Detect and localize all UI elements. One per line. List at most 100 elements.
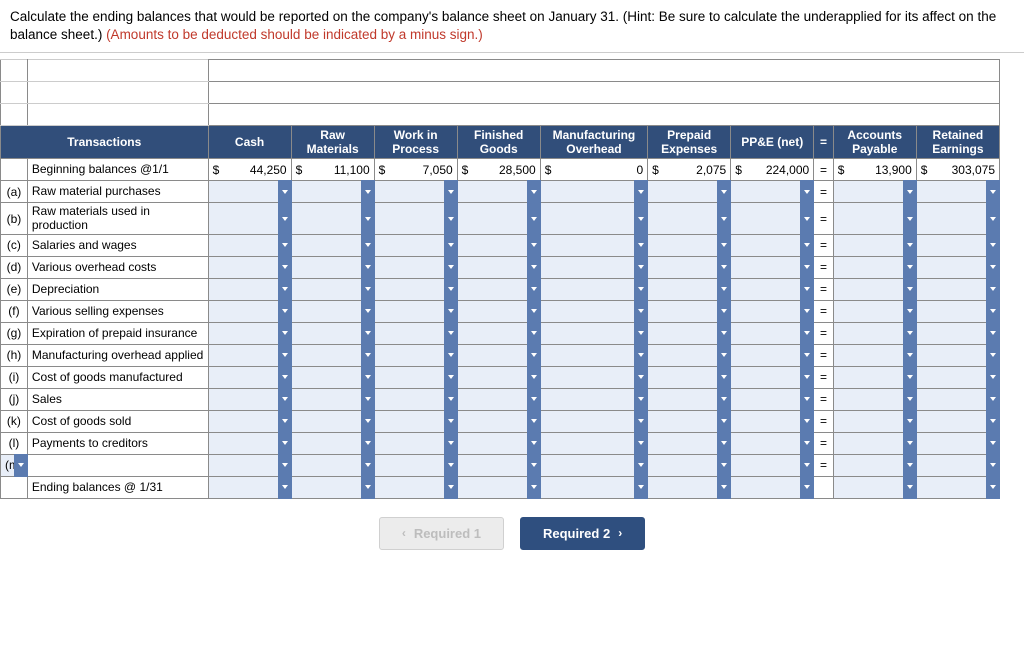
amount-cell[interactable] bbox=[457, 432, 540, 454]
chevron-down-icon[interactable] bbox=[903, 300, 917, 323]
amount-cell[interactable] bbox=[648, 344, 731, 366]
amount-cell[interactable] bbox=[540, 234, 647, 256]
amount-cell[interactable] bbox=[833, 344, 916, 366]
chevron-down-icon[interactable] bbox=[903, 344, 917, 367]
amount-cell[interactable] bbox=[457, 300, 540, 322]
amount-cell[interactable] bbox=[374, 234, 457, 256]
chevron-down-icon[interactable] bbox=[278, 256, 292, 279]
amount-cell[interactable] bbox=[208, 366, 291, 388]
amount-cell[interactable] bbox=[540, 410, 647, 432]
amount-cell[interactable] bbox=[833, 278, 916, 300]
amount-cell[interactable] bbox=[731, 454, 814, 476]
amount-cell[interactable] bbox=[916, 322, 999, 344]
amount-cell[interactable] bbox=[374, 432, 457, 454]
amount-cell[interactable] bbox=[374, 410, 457, 432]
chevron-down-icon[interactable] bbox=[278, 388, 292, 411]
chevron-down-icon[interactable] bbox=[986, 344, 1000, 367]
amount-cell[interactable] bbox=[833, 476, 916, 498]
chevron-down-icon[interactable] bbox=[717, 234, 731, 257]
chevron-down-icon[interactable] bbox=[717, 388, 731, 411]
amount-cell[interactable] bbox=[291, 300, 374, 322]
amount-cell[interactable] bbox=[208, 256, 291, 278]
chevron-down-icon[interactable] bbox=[278, 454, 292, 477]
chevron-down-icon[interactable] bbox=[717, 432, 731, 455]
chevron-down-icon[interactable] bbox=[444, 366, 458, 389]
amount-cell[interactable] bbox=[374, 203, 457, 234]
chevron-down-icon[interactable] bbox=[903, 234, 917, 257]
amount-cell[interactable] bbox=[731, 432, 814, 454]
amount-cell[interactable] bbox=[648, 300, 731, 322]
amount-cell[interactable] bbox=[540, 256, 647, 278]
amount-cell[interactable] bbox=[208, 300, 291, 322]
chevron-down-icon[interactable] bbox=[986, 388, 1000, 411]
amount-cell[interactable] bbox=[833, 366, 916, 388]
chevron-down-icon[interactable] bbox=[634, 454, 648, 477]
amount-cell[interactable] bbox=[916, 432, 999, 454]
amount-cell[interactable] bbox=[208, 203, 291, 234]
amount-cell[interactable] bbox=[291, 476, 374, 498]
chevron-down-icon[interactable] bbox=[278, 180, 292, 203]
chevron-down-icon[interactable] bbox=[278, 344, 292, 367]
amount-cell[interactable] bbox=[833, 432, 916, 454]
amount-cell[interactable] bbox=[457, 410, 540, 432]
amount-cell[interactable] bbox=[291, 388, 374, 410]
amount-cell[interactable] bbox=[648, 432, 731, 454]
chevron-down-icon[interactable] bbox=[278, 410, 292, 433]
chevron-down-icon[interactable] bbox=[903, 410, 917, 433]
amount-cell[interactable] bbox=[731, 476, 814, 498]
amount-cell[interactable] bbox=[731, 410, 814, 432]
amount-cell[interactable] bbox=[648, 454, 731, 476]
amount-cell[interactable] bbox=[457, 234, 540, 256]
amount-cell[interactable] bbox=[291, 322, 374, 344]
amount-cell[interactable] bbox=[291, 344, 374, 366]
amount-cell[interactable] bbox=[916, 181, 999, 203]
amount-cell[interactable] bbox=[833, 203, 916, 234]
chevron-down-icon[interactable] bbox=[800, 278, 814, 301]
chevron-down-icon[interactable] bbox=[986, 234, 1000, 257]
chevron-down-icon[interactable] bbox=[903, 476, 917, 499]
chevron-down-icon[interactable] bbox=[800, 256, 814, 279]
amount-cell[interactable] bbox=[457, 344, 540, 366]
chevron-down-icon[interactable] bbox=[527, 366, 541, 389]
amount-cell[interactable] bbox=[648, 203, 731, 234]
chevron-down-icon[interactable] bbox=[14, 454, 28, 477]
amount-cell[interactable] bbox=[916, 234, 999, 256]
amount-cell[interactable] bbox=[833, 256, 916, 278]
amount-cell[interactable] bbox=[833, 234, 916, 256]
chevron-down-icon[interactable] bbox=[444, 278, 458, 301]
chevron-down-icon[interactable] bbox=[800, 180, 814, 203]
amount-cell[interactable] bbox=[208, 476, 291, 498]
chevron-down-icon[interactable] bbox=[717, 344, 731, 367]
amount-cell[interactable] bbox=[208, 344, 291, 366]
chevron-down-icon[interactable] bbox=[986, 322, 1000, 345]
chevron-down-icon[interactable] bbox=[527, 322, 541, 345]
amount-cell[interactable] bbox=[291, 181, 374, 203]
amount-cell[interactable] bbox=[374, 454, 457, 476]
amount-cell[interactable] bbox=[833, 322, 916, 344]
chevron-down-icon[interactable] bbox=[634, 388, 648, 411]
amount-cell[interactable] bbox=[731, 388, 814, 410]
amount-cell[interactable] bbox=[208, 432, 291, 454]
chevron-down-icon[interactable] bbox=[361, 344, 375, 367]
chevron-down-icon[interactable] bbox=[800, 322, 814, 345]
amount-cell[interactable] bbox=[540, 388, 647, 410]
amount-cell[interactable] bbox=[731, 203, 814, 234]
amount-cell[interactable] bbox=[731, 234, 814, 256]
amount-cell[interactable] bbox=[374, 322, 457, 344]
amount-cell[interactable] bbox=[648, 234, 731, 256]
amount-cell[interactable] bbox=[731, 256, 814, 278]
chevron-down-icon[interactable] bbox=[634, 300, 648, 323]
amount-cell[interactable] bbox=[457, 278, 540, 300]
chevron-down-icon[interactable] bbox=[444, 454, 458, 477]
chevron-down-icon[interactable] bbox=[903, 388, 917, 411]
chevron-down-icon[interactable] bbox=[278, 432, 292, 455]
amount-cell[interactable] bbox=[374, 300, 457, 322]
chevron-down-icon[interactable] bbox=[717, 366, 731, 389]
chevron-down-icon[interactable] bbox=[903, 322, 917, 345]
chevron-down-icon[interactable] bbox=[986, 300, 1000, 323]
amount-cell[interactable] bbox=[540, 432, 647, 454]
amount-cell[interactable] bbox=[457, 322, 540, 344]
amount-cell[interactable] bbox=[916, 410, 999, 432]
chevron-down-icon[interactable] bbox=[634, 278, 648, 301]
chevron-down-icon[interactable] bbox=[444, 180, 458, 203]
